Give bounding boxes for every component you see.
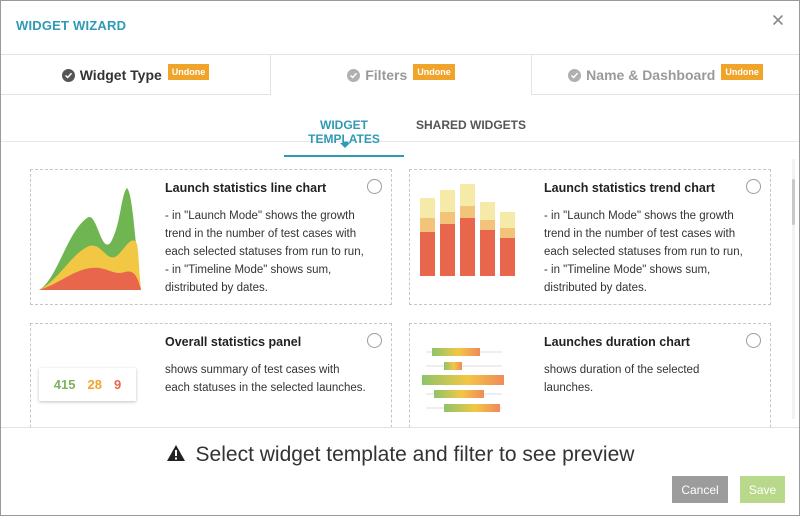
description-line: shows duration of the selected xyxy=(544,364,700,376)
passed-count: 415 xyxy=(53,377,76,392)
template-description: - in "Launch Mode" shows the growth tren… xyxy=(165,207,387,297)
step-widget-type[interactable]: Widget Type Undone xyxy=(1,55,270,95)
template-radio[interactable] xyxy=(746,333,761,348)
close-icon[interactable] xyxy=(771,13,785,27)
description-line: - in "Timeline Mode" shows sum, xyxy=(544,264,711,276)
wizard-steps: Widget Type Undone Filters Undone Name &… xyxy=(1,55,799,95)
status-badge: Undone xyxy=(167,64,210,80)
template-title: Launch statistics trend chart xyxy=(544,181,715,195)
template-card-trend-chart[interactable]: Launch statistics trend chart - in "Laun… xyxy=(409,169,771,305)
template-radio[interactable] xyxy=(746,179,761,194)
description-line: - in "Launch Mode" shows the growth xyxy=(165,210,355,222)
template-list: Launch statistics line chart - in "Launc… xyxy=(1,151,799,427)
stats-panel-thumbnail: 415 28 9 xyxy=(39,368,136,401)
scrollbar-thumb[interactable] xyxy=(792,179,795,225)
template-description: shows duration of the selected launches. xyxy=(544,361,766,397)
preview-placeholder: Select widget template and filter to see… xyxy=(1,443,799,467)
description-line: trend in the number of test cases with xyxy=(165,228,357,240)
description-line: each selected statuses from run to run, xyxy=(544,246,743,258)
template-description: shows summary of test cases with each st… xyxy=(165,361,387,397)
status-badge: Undone xyxy=(413,64,455,80)
step-label: Name & Dashboard xyxy=(586,67,716,83)
modal-header: WIDGET WIZARD xyxy=(1,1,799,55)
skipped-count: 28 xyxy=(87,377,102,392)
description-line: distributed by dates. xyxy=(165,282,268,294)
template-card-line-chart[interactable]: Launch statistics line chart - in "Launc… xyxy=(30,169,392,305)
description-line: each selected statuses from run to run, xyxy=(165,246,364,258)
widget-wizard-modal: WIDGET WIZARD Widget Type Undone Filters… xyxy=(0,0,800,516)
description-line: launches. xyxy=(544,382,594,394)
stacked-bar-thumbnail xyxy=(420,184,515,276)
description-line: trend in the number of test cases with xyxy=(544,228,736,240)
check-circle-icon xyxy=(61,68,75,82)
status-badge: Undone xyxy=(721,64,763,80)
template-description: - in "Launch Mode" shows the growth tren… xyxy=(544,207,766,297)
failed-count: 9 xyxy=(113,377,122,392)
modal-title: WIDGET WIZARD xyxy=(16,18,127,33)
description-line: - in "Timeline Mode" shows sum, xyxy=(165,264,332,276)
step-label: Filters xyxy=(365,67,408,83)
template-card-duration-chart[interactable]: Launches duration chart shows duration o… xyxy=(409,323,771,427)
description-line: - in "Launch Mode" shows the growth xyxy=(544,210,734,222)
area-chart-thumbnail xyxy=(39,188,141,290)
tab-shared-widgets[interactable]: SHARED WIDGETS xyxy=(416,118,526,132)
template-radio[interactable] xyxy=(367,333,382,348)
description-line: distributed by dates. xyxy=(544,282,647,294)
save-button[interactable]: Save xyxy=(740,476,785,503)
template-title: Launch statistics line chart xyxy=(165,181,327,195)
description-line: shows summary of test cases with xyxy=(165,364,340,376)
template-title: Launches duration chart xyxy=(544,335,690,349)
template-title: Overall statistics panel xyxy=(165,335,302,349)
template-card-overall-statistics[interactable]: 415 28 9 Overall statistics panel shows … xyxy=(30,323,392,427)
duration-chart-thumbnail xyxy=(422,348,504,412)
step-name-dashboard[interactable]: Name & Dashboard Undone xyxy=(532,55,799,95)
step-filters[interactable]: Filters Undone xyxy=(270,55,532,95)
warning-icon xyxy=(166,445,185,461)
active-tab-caret xyxy=(340,143,350,148)
check-circle-icon xyxy=(568,68,582,82)
template-tabs: WIDGET TEMPLATES SHARED WIDGETS xyxy=(1,96,799,157)
preview-message: Select widget template and filter to see… xyxy=(195,443,635,466)
divider xyxy=(1,427,799,428)
cancel-button[interactable]: Cancel xyxy=(672,476,728,503)
template-radio[interactable] xyxy=(367,179,382,194)
check-circle-icon xyxy=(347,68,361,82)
step-label: Widget Type xyxy=(79,67,162,83)
description-line: each statuses in the selected launches. xyxy=(165,382,366,394)
